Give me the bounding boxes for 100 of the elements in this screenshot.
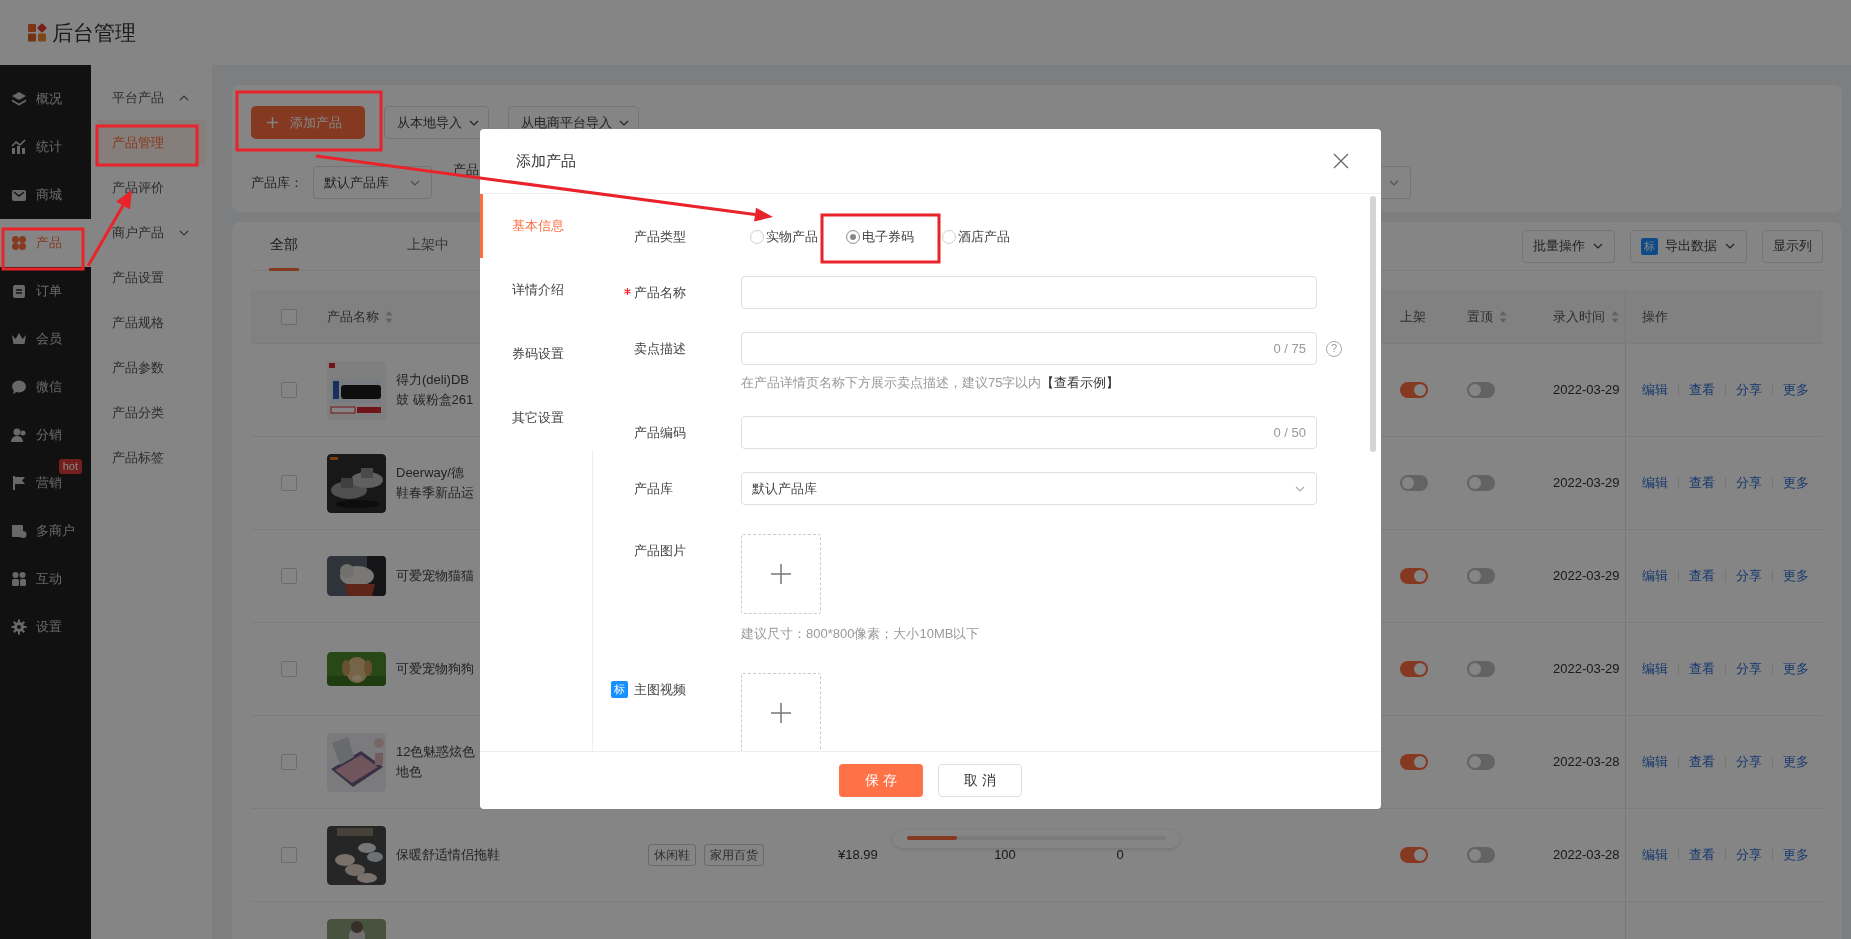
nav-item[interactable]: 统计	[0, 123, 91, 171]
input-field[interactable]	[741, 276, 1317, 309]
tab[interactable]: 全部	[269, 221, 299, 271]
action-link[interactable]: 分享	[1736, 659, 1762, 679]
menu-item[interactable]: 产品分类	[91, 390, 212, 435]
toggle-switch[interactable]	[1467, 475, 1495, 491]
menu-item[interactable]: 产品标签	[91, 435, 212, 480]
upload-box[interactable]	[741, 673, 821, 751]
nav-item[interactable]: 订单	[0, 267, 91, 315]
action-link[interactable]: 查看	[1689, 566, 1715, 586]
column-header[interactable]: 录入时间	[1553, 306, 1619, 327]
checkbox[interactable]	[281, 754, 297, 770]
input-field[interactable]: 0 / 50	[741, 416, 1317, 449]
field-label: 产品名称	[624, 285, 686, 300]
toggle-switch[interactable]	[1467, 661, 1495, 677]
action-link[interactable]: 编辑	[1642, 566, 1668, 586]
dropdown-button[interactable]: 从本地导入	[384, 106, 489, 139]
example-link[interactable]: 【查看示例】	[1041, 375, 1120, 390]
nav-item[interactable]: 设置	[0, 603, 91, 651]
action-link[interactable]: 更多	[1783, 752, 1809, 772]
toggle-switch[interactable]	[1467, 847, 1495, 863]
toggle-switch[interactable]	[1400, 475, 1428, 491]
radio-button[interactable]	[750, 229, 764, 244]
radio-button[interactable]	[942, 229, 956, 244]
action-link[interactable]: 更多	[1783, 845, 1809, 865]
radio-option[interactable]: 实物产品	[750, 226, 818, 247]
nav-item[interactable]: 多商户	[0, 507, 91, 555]
action-link[interactable]: 编辑	[1642, 659, 1668, 679]
upload-box[interactable]	[741, 534, 821, 614]
stock-text: 100	[994, 846, 1016, 865]
select-field[interactable]: 默认产品库	[741, 472, 1317, 505]
chat-icon	[11, 379, 27, 395]
action-link[interactable]: 更多	[1783, 566, 1809, 586]
toggle-switch[interactable]	[1400, 568, 1428, 584]
dropdown-button[interactable]: 标 导出数据	[1630, 229, 1747, 263]
action-link[interactable]: 更多	[1783, 380, 1809, 400]
column-header[interactable]: 置顶	[1467, 306, 1507, 327]
checkbox[interactable]	[281, 847, 297, 863]
action-link[interactable]: 更多	[1783, 659, 1809, 679]
cancel-button[interactable]: 取 消	[938, 764, 1022, 797]
filter-select[interactable]: 默认产品库	[313, 166, 432, 200]
toggle-switch[interactable]	[1400, 382, 1428, 398]
menu-item[interactable]: 产品设置	[91, 255, 212, 300]
save-button[interactable]: 保 存	[839, 764, 923, 797]
side-tab[interactable]: 基本信息	[480, 194, 593, 258]
action-link[interactable]: 查看	[1689, 752, 1715, 772]
flag-icon	[11, 475, 27, 491]
checkbox[interactable]	[281, 475, 297, 491]
add-button[interactable]: 添加产品	[251, 106, 365, 139]
toggle-switch[interactable]	[1467, 754, 1495, 770]
radio-option[interactable]: 酒店产品	[942, 226, 1010, 247]
action-link[interactable]: 查看	[1689, 845, 1715, 865]
toggle-switch[interactable]	[1400, 847, 1428, 863]
action-link[interactable]: 分享	[1736, 380, 1762, 400]
field-label: 卖点描述	[633, 341, 686, 356]
nav-item[interactable]: 会员	[0, 315, 91, 363]
sales-text: 0	[1116, 846, 1124, 865]
action-link[interactable]: 编辑	[1642, 380, 1668, 400]
radio-button[interactable]	[846, 229, 860, 244]
plus-icon	[267, 117, 278, 128]
column-header[interactable]: 产品名称	[327, 306, 393, 327]
menu-group[interactable]: 平台产品	[91, 75, 212, 120]
action-link[interactable]: 查看	[1689, 380, 1715, 400]
dropdown-button[interactable]: 批量操作	[1522, 229, 1615, 263]
checkbox[interactable]	[281, 661, 297, 677]
input-field[interactable]: 0 / 75	[741, 332, 1317, 365]
toggle-switch[interactable]	[1467, 382, 1495, 398]
field-label: 产品编码	[633, 425, 686, 440]
toggle-switch[interactable]	[1400, 754, 1428, 770]
action-link[interactable]: 查看	[1689, 473, 1715, 493]
toolbar-button[interactable]: 显示列	[1762, 229, 1823, 263]
toggle-switch[interactable]	[1400, 661, 1428, 677]
action-link[interactable]: 分享	[1736, 845, 1762, 865]
field-label: 产品库	[633, 481, 673, 496]
menu-item[interactable]: 产品参数	[91, 345, 212, 390]
action-link[interactable]: 编辑	[1642, 752, 1668, 772]
checkbox[interactable]	[281, 308, 297, 325]
toggle-switch[interactable]	[1467, 568, 1495, 584]
action-link[interactable]: 查看	[1689, 659, 1715, 679]
action-link[interactable]: 编辑	[1642, 845, 1668, 865]
action-link[interactable]: 分享	[1736, 752, 1762, 772]
tab[interactable]: 上架中	[406, 221, 450, 271]
nav-item[interactable]: 概况	[0, 75, 91, 123]
menu-item[interactable]: 产品规格	[91, 300, 212, 345]
menu-item[interactable]: 产品评价	[91, 165, 212, 210]
checkbox[interactable]	[281, 568, 297, 584]
menu-group[interactable]: 商户产品	[91, 210, 212, 255]
nav-item[interactable]: 微信	[0, 363, 91, 411]
action-link[interactable]: 编辑	[1642, 473, 1668, 493]
checkbox[interactable]	[281, 382, 297, 398]
nav-item[interactable]: 商城	[0, 171, 91, 219]
product-name: 得力(deli)DB 鼓 碳粉盒261	[396, 371, 474, 409]
nav-item[interactable]: 互动	[0, 555, 91, 603]
action-link[interactable]: 分享	[1736, 566, 1762, 586]
nav-item[interactable]: 营销 hot	[0, 459, 91, 507]
nav-item[interactable]: 分销	[0, 411, 91, 459]
radio-option[interactable]: 电子券码	[846, 226, 914, 247]
action-link[interactable]: 更多	[1783, 473, 1809, 493]
people-icon	[11, 571, 27, 587]
action-link[interactable]: 分享	[1736, 473, 1762, 493]
